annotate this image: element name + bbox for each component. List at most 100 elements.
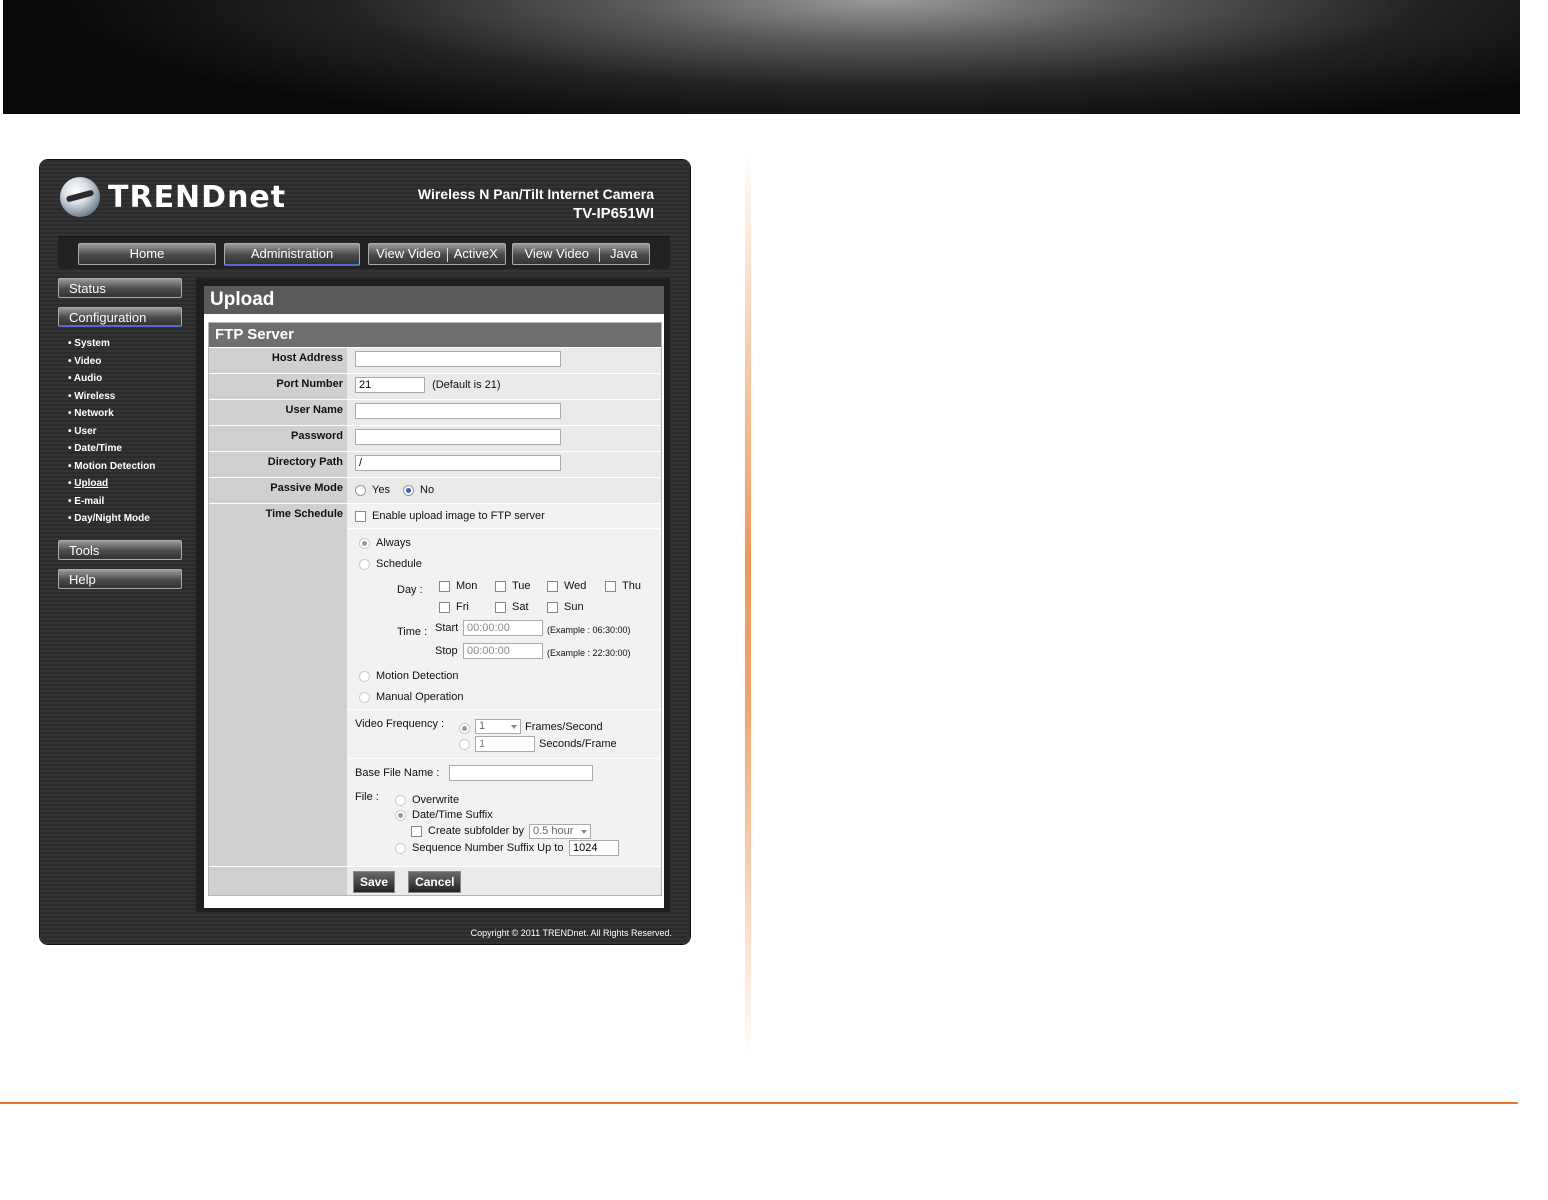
- base-file-name-input[interactable]: [449, 765, 593, 781]
- schedule-option[interactable]: Schedule: [359, 558, 422, 570]
- fps-select[interactable]: 1: [475, 719, 521, 734]
- section-title: FTP Server: [209, 323, 661, 347]
- logo-text: TRENDnet: [108, 179, 287, 215]
- chevron-down-icon: [581, 830, 587, 834]
- sidebar-item-day-night-mode[interactable]: • Day/Night Mode: [58, 510, 184, 528]
- nav-view-video-java-button[interactable]: View Video Java: [512, 243, 650, 265]
- schedule-label: Schedule: [376, 558, 422, 570]
- password-input[interactable]: [355, 429, 561, 445]
- enable-upload-option[interactable]: Enable upload image to FTP server: [355, 510, 545, 522]
- sidebar-item-user[interactable]: • User: [58, 423, 184, 441]
- cancel-button[interactable]: Cancel: [408, 871, 462, 893]
- passive-mode-label: Passive Mode: [209, 478, 347, 503]
- day-fri-checkbox[interactable]: [439, 601, 450, 613]
- sidebar-item-wireless[interactable]: • Wireless: [58, 388, 184, 406]
- day-tue-checkbox[interactable]: [495, 580, 506, 592]
- day-tue-option[interactable]: Tue: [495, 580, 531, 592]
- day-sat-option[interactable]: Sat: [495, 601, 529, 613]
- divider: [347, 528, 661, 529]
- sidebar-configuration-button[interactable]: Configuration: [58, 307, 182, 327]
- datetime-suffix-option[interactable]: Date/Time Suffix: [395, 809, 493, 821]
- day-wed-option[interactable]: Wed: [547, 580, 586, 592]
- motion-detection-radio[interactable]: [359, 670, 370, 682]
- always-option[interactable]: Always: [359, 537, 411, 549]
- day-fri-option[interactable]: Fri: [439, 601, 469, 613]
- logo-icon: [60, 177, 100, 217]
- enable-upload-checkbox[interactable]: [355, 510, 366, 522]
- motion-detection-option[interactable]: Motion Detection: [359, 670, 459, 682]
- manual-operation-radio[interactable]: [359, 691, 370, 703]
- video-frequency-label: Video Frequency :: [355, 718, 445, 730]
- day-sun-checkbox[interactable]: [547, 601, 558, 613]
- day-mon-checkbox[interactable]: [439, 580, 450, 592]
- subfolder-interval-select[interactable]: 0.5 hour: [529, 824, 591, 839]
- save-button[interactable]: Save: [353, 871, 396, 893]
- content-panel: Upload FTP Server Host Address Port Numb…: [196, 278, 670, 912]
- day-thu-option[interactable]: Thu: [605, 580, 641, 592]
- sidebar-item-label: Motion Detection: [74, 460, 156, 472]
- divider: [347, 709, 661, 710]
- nav-administration-button[interactable]: Administration: [224, 243, 360, 266]
- sidebar-item-label: Video: [74, 355, 102, 367]
- sidebar-item-label: Day/Night Mode: [74, 513, 150, 524]
- sidebar-item-network[interactable]: • Network: [58, 405, 184, 423]
- day-thu-checkbox[interactable]: [605, 580, 616, 592]
- ftp-server-form: FTP Server Host Address Port Number (Def…: [208, 322, 662, 896]
- day-sat-checkbox[interactable]: [495, 601, 506, 613]
- password-label: Password: [209, 426, 347, 451]
- start-time-input[interactable]: [463, 620, 543, 636]
- datetime-suffix-radio[interactable]: [395, 809, 406, 821]
- port-number-hint: (Default is 21): [432, 378, 501, 391]
- fps-unit: Frames/Second: [525, 721, 603, 733]
- host-address-input[interactable]: [355, 351, 561, 367]
- sidebar-item-motion-detection[interactable]: • Motion Detection: [58, 458, 184, 476]
- sidebar-item-audio[interactable]: • Audio: [58, 370, 184, 388]
- spf-input[interactable]: [475, 736, 535, 752]
- manual-operation-option[interactable]: Manual Operation: [359, 691, 463, 703]
- stop-time-input[interactable]: [463, 643, 543, 659]
- port-number-input[interactable]: [355, 377, 425, 393]
- overwrite-option[interactable]: Overwrite: [395, 794, 459, 806]
- user-name-row: User Name: [209, 399, 661, 425]
- always-radio[interactable]: [359, 537, 370, 549]
- day-sun-option[interactable]: Sun: [547, 601, 584, 613]
- sidebar-item-email[interactable]: • E-mail: [58, 493, 184, 511]
- copyright: Copyright © 2011 TRENDnet. All Rights Re…: [470, 928, 672, 938]
- sidebar-item-label: Upload: [74, 478, 109, 489]
- sidebar-item-video[interactable]: • Video: [58, 353, 184, 371]
- content-inner: Upload FTP Server Host Address Port Numb…: [204, 286, 664, 908]
- directory-path-input[interactable]: [355, 455, 561, 471]
- base-file-name-label: Base File Name :: [355, 767, 440, 779]
- sequence-suffix-label: Sequence Number Suffix Up to: [412, 842, 564, 854]
- sidebar-tools-button[interactable]: Tools: [58, 539, 182, 560]
- day-mon-option[interactable]: Mon: [439, 580, 477, 592]
- datetime-suffix-label: Date/Time Suffix: [412, 809, 493, 821]
- port-number-row: Port Number (Default is 21): [209, 373, 661, 399]
- sidebar-help-button[interactable]: Help: [58, 568, 182, 589]
- day-label: Day :: [397, 584, 423, 596]
- sequence-suffix-radio[interactable]: [395, 842, 406, 854]
- sidebar-item-datetime[interactable]: • Date/Time: [58, 440, 184, 458]
- nav-view-video-activex-button[interactable]: View Video ActiveX: [368, 243, 506, 265]
- form-actions-row: Save Cancel: [209, 866, 661, 895]
- schedule-radio[interactable]: [359, 558, 370, 570]
- passive-mode-no-radio[interactable]: [403, 484, 415, 496]
- day-wed-checkbox[interactable]: [547, 580, 558, 592]
- sequence-max-input[interactable]: [569, 840, 619, 856]
- user-name-input[interactable]: [355, 403, 561, 419]
- footer-rule: [0, 1102, 1518, 1104]
- create-subfolder-option[interactable]: Create subfolder by: [411, 825, 524, 837]
- create-subfolder-checkbox[interactable]: [411, 825, 422, 837]
- sidebar-status-button[interactable]: Status: [58, 278, 182, 298]
- sequence-suffix-option[interactable]: Sequence Number Suffix Up to: [395, 842, 563, 854]
- fps-radio[interactable]: [459, 723, 470, 734]
- password-row: Password: [209, 425, 661, 451]
- nav-home-button[interactable]: Home: [78, 243, 216, 265]
- sidebar-item-label: User: [74, 425, 97, 437]
- divider: [347, 758, 661, 759]
- sidebar-item-upload[interactable]: • Upload: [58, 475, 184, 493]
- passive-mode-yes-radio[interactable]: [355, 484, 366, 496]
- sidebar-item-system[interactable]: • System: [58, 335, 184, 353]
- spf-radio[interactable]: [459, 739, 470, 750]
- overwrite-radio[interactable]: [395, 794, 406, 806]
